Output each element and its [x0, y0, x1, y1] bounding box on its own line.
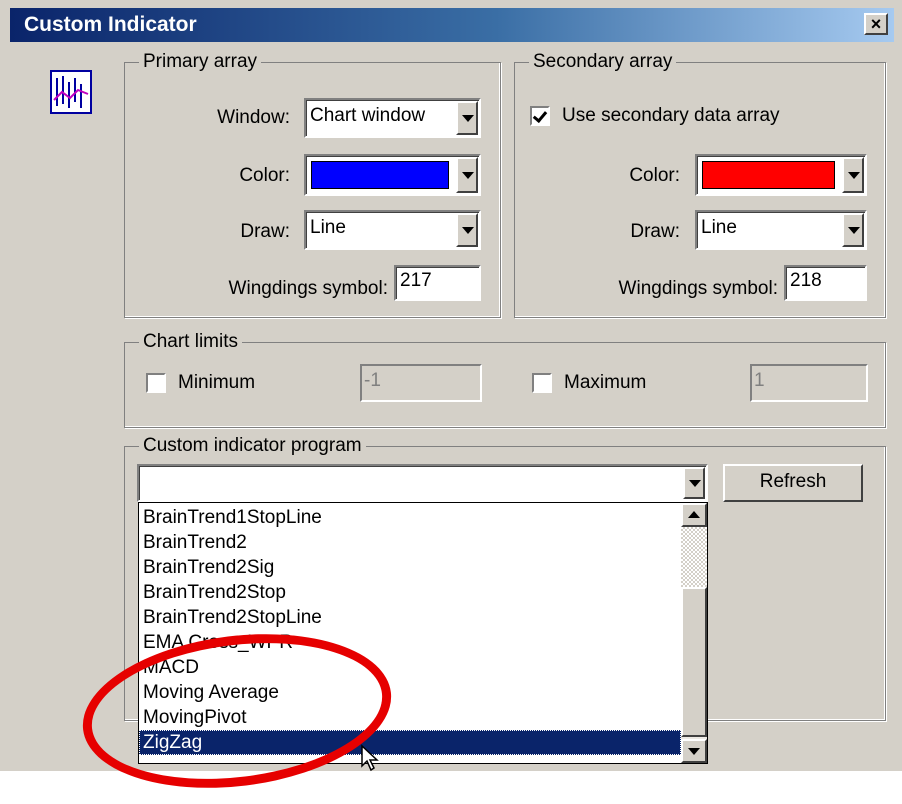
window-label: Window: [217, 107, 290, 128]
refresh-button[interactable]: Refresh [723, 464, 863, 502]
custom-program-legend: Custom indicator program [139, 434, 366, 458]
list-scrollbar[interactable] [681, 503, 707, 763]
secondary-wingdings-input[interactable]: 218 [784, 265, 867, 301]
maximum-checkbox[interactable] [532, 373, 552, 393]
list-item[interactable]: BrainTrend2 [143, 530, 247, 555]
program-select[interactable] [137, 464, 708, 502]
list-item[interactable]: MACD [143, 655, 199, 680]
secondary-wingdings-label: Wingdings symbol: [618, 278, 778, 299]
list-item-selected[interactable]: ZigZag [139, 730, 681, 755]
use-secondary-label: Use secondary data array [562, 105, 780, 126]
list-item[interactable]: BrainTrend1StopLine [143, 505, 322, 530]
list-item[interactable]: BrainTrend2StopLine [143, 605, 322, 630]
secondary-array-legend: Secondary array [529, 50, 677, 74]
close-button[interactable]: × [864, 13, 888, 35]
primary-color-label: Color: [239, 165, 290, 186]
secondary-color-select[interactable] [695, 154, 867, 196]
window-select-value: Chart window [310, 105, 426, 126]
chevron-down-icon[interactable] [683, 467, 705, 499]
primary-draw-value: Line [310, 217, 346, 238]
maximum-label: Maximum [564, 372, 647, 393]
secondary-color-swatch [702, 161, 835, 189]
maximum-input[interactable]: 1 [750, 364, 868, 402]
minimum-label: Minimum [178, 372, 256, 393]
list-item[interactable]: EMA Cross_WPR [143, 630, 293, 655]
secondary-color-label: Color: [629, 165, 680, 186]
primary-color-select[interactable] [304, 154, 481, 196]
scroll-track[interactable] [681, 527, 707, 587]
list-item[interactable]: BrainTrend2Stop [143, 580, 286, 605]
minimum-checkbox[interactable] [146, 373, 166, 393]
primary-wingdings-value: 217 [400, 270, 432, 291]
primary-array-legend: Primary array [139, 50, 262, 74]
chevron-down-icon[interactable] [456, 101, 478, 135]
primary-color-swatch [311, 161, 449, 189]
secondary-draw-select[interactable]: Line [695, 210, 867, 250]
chevron-down-icon[interactable] [456, 157, 478, 193]
primary-wingdings-label: Wingdings symbol: [228, 278, 388, 299]
program-dropdown-list[interactable]: BrainTrend1StopLine BrainTrend2 BrainTrend… [138, 502, 708, 764]
chart-limits-legend: Chart limits [139, 330, 243, 354]
minimum-input[interactable]: -1 [360, 364, 482, 402]
title-bar[interactable]: Custom Indicator × [10, 8, 894, 42]
custom-indicator-dialog: Custom Indicator × Primary array Window:… [0, 0, 902, 804]
list-item[interactable]: BrainTrend2Sig [143, 555, 274, 580]
secondary-wingdings-value: 218 [790, 270, 822, 291]
primary-draw-label: Draw: [240, 221, 290, 242]
use-secondary-checkbox[interactable] [530, 106, 550, 126]
chart-indicator-icon [50, 70, 92, 114]
mouse-cursor-icon [361, 744, 379, 772]
primary-wingdings-input[interactable]: 217 [394, 265, 481, 301]
secondary-draw-value: Line [701, 217, 737, 238]
scroll-thumb[interactable] [681, 587, 707, 737]
secondary-draw-label: Draw: [630, 221, 680, 242]
primary-draw-select[interactable]: Line [304, 210, 481, 250]
chevron-down-icon[interactable] [842, 157, 864, 193]
window-select[interactable]: Chart window [304, 98, 481, 138]
chevron-down-icon[interactable] [842, 213, 864, 247]
chevron-down-icon[interactable] [456, 213, 478, 247]
list-item[interactable]: Moving Average [143, 680, 279, 705]
list-item[interactable]: MovingPivot [143, 705, 247, 730]
window-title: Custom Indicator [24, 13, 197, 36]
scroll-up-icon[interactable] [681, 503, 707, 527]
scroll-down-icon[interactable] [681, 739, 707, 763]
